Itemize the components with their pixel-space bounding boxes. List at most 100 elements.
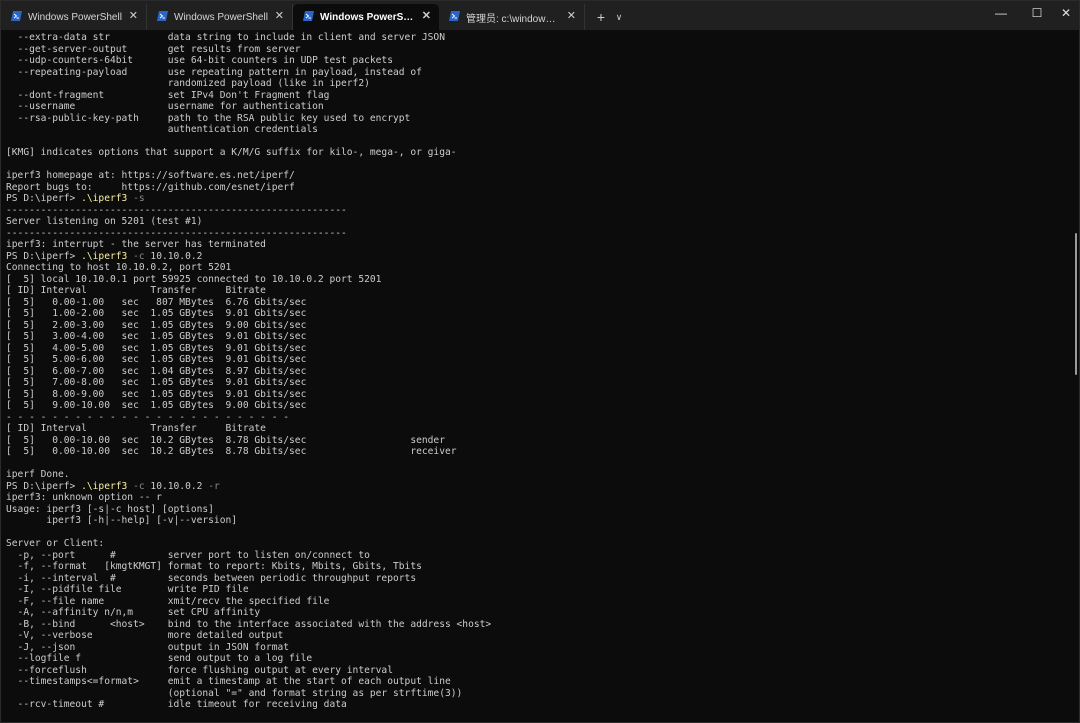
- terminal-segment: .\iperf3: [81, 250, 128, 262]
- terminal-line: --forceflush force flushing output at ev…: [6, 664, 393, 676]
- terminal-segment: -r: [208, 480, 220, 492]
- tab-bar: Windows PowerShell ✕ Windows PowerShell …: [1, 1, 1079, 30]
- terminal-line: --dont-fragment set IPv4 Don't Fragment …: [6, 89, 330, 101]
- terminal-line: iperf3: unknown option -- r: [6, 492, 162, 503]
- terminal-line: [ 5] 0.00-1.00 sec 807 MBytes 6.76 Gbits…: [6, 296, 307, 308]
- terminal-line: --extra-data str data string to include …: [6, 32, 445, 43]
- minimize-icon: —: [995, 6, 1007, 20]
- terminal-segment: .\iperf3: [81, 480, 128, 492]
- terminal-segment: 10.10.0.2: [144, 480, 209, 492]
- close-icon[interactable]: ✕: [422, 10, 431, 22]
- terminal-line: ----------------------------------------…: [6, 204, 347, 216]
- terminal-line: Connecting to host 10.10.0.2, port 5201: [6, 262, 232, 273]
- terminal-line: PS D:\iperf> .\iperf3 -c 10.10.0.2 -r: [6, 481, 1073, 493]
- terminal-line: (optional "=" and format string as per s…: [6, 687, 463, 699]
- terminal-line: -V, --verbose more detailed output: [6, 630, 284, 641]
- chevron-down-icon: ∨: [615, 11, 623, 22]
- terminal-line: [ 5] 8.00-9.00 sec 1.05 GBytes 9.01 Gbit…: [6, 388, 307, 400]
- tab-label: Windows PowerShell: [320, 11, 415, 23]
- close-icon[interactable]: ✕: [275, 10, 284, 22]
- terminal-window: Windows PowerShell ✕ Windows PowerShell …: [0, 0, 1080, 723]
- terminal-line: --logfile f send output to a log file: [6, 653, 313, 664]
- terminal-line: [ 5] 3.00-4.00 sec 1.05 GBytes 9.01 Gbit…: [6, 331, 307, 342]
- terminal-segment: PS D:\iperf>: [6, 480, 82, 492]
- scrollbar-thumb[interactable]: [1075, 233, 1077, 375]
- tab-windows-powershell-1[interactable]: Windows PowerShell ✕: [1, 4, 147, 30]
- terminal-segment: 10.10.0.2: [144, 250, 203, 262]
- terminal-line: -A, --affinity n/n,m set CPU affinity: [6, 607, 261, 618]
- terminal-line: [ 5] 9.00-10.00 sec 1.05 GBytes 9.00 Gbi…: [6, 400, 307, 411]
- terminal-line: [ 5] 1.00-2.00 sec 1.05 GBytes 9.01 Gbit…: [6, 308, 307, 319]
- close-icon[interactable]: ✕: [129, 10, 138, 22]
- terminal-line: --repeating-payload use repeating patter…: [6, 66, 422, 78]
- terminal-line: -f, --format [kmgtKMGT] format to report…: [6, 561, 422, 572]
- terminal-line: Server or Client:: [6, 538, 105, 549]
- terminal-line: [ 5] local 10.10.0.1 port 59925 connecte…: [6, 273, 382, 285]
- terminal-line: iperf3: interrupt - the server has termi…: [6, 239, 266, 250]
- powershell-icon: [157, 11, 168, 21]
- close-icon[interactable]: ✕: [567, 10, 576, 22]
- terminal-line: randomized payload (like in iperf2): [6, 78, 370, 89]
- maximize-button[interactable]: ☐: [1022, 1, 1052, 25]
- terminal-line: [ 5] 0.00-10.00 sec 10.2 GBytes 8.78 Gbi…: [6, 434, 445, 446]
- close-window-button[interactable]: ✕: [1051, 1, 1079, 25]
- terminal-line: --rcv-timeout # idle timeout for receivi…: [6, 699, 347, 710]
- terminal-segment: -c: [127, 250, 145, 262]
- terminal-line: iperf3 homepage at: https://software.es.…: [6, 170, 295, 181]
- terminal-line: ----------------------------------------…: [6, 227, 347, 239]
- terminal-output[interactable]: --extra-data str data string to include …: [1, 30, 1073, 722]
- terminal-line: -p, --port # server port to listen on/co…: [6, 549, 370, 561]
- tab-label: 管理员: c:\windows\system32: [466, 13, 560, 25]
- terminal-line: -F, --file name xmit/recv the specified …: [6, 595, 330, 607]
- tab-windows-powershell-2[interactable]: Windows PowerShell ✕: [147, 4, 293, 30]
- terminal-segment: PS D:\iperf>: [6, 250, 82, 262]
- tab-label: Windows PowerShell: [174, 11, 268, 23]
- powershell-icon: [11, 11, 22, 21]
- terminal-line: [ 5] 7.00-8.00 sec 1.05 GBytes 9.01 Gbit…: [6, 377, 307, 388]
- terminal-line: --get-server-output get results from ser…: [6, 43, 301, 55]
- terminal-line: -B, --bind <host> bind to the interface …: [6, 618, 492, 630]
- terminal-line: authentication credentials: [6, 124, 318, 135]
- terminal-line: iperf Done.: [6, 469, 70, 480]
- tab-label: Windows PowerShell: [28, 11, 122, 23]
- plus-icon: +: [596, 9, 606, 25]
- terminal-line: PS D:\iperf> .\iperf3 -s: [6, 193, 1073, 205]
- terminal-line: Usage: iperf3 [-s|-c host] [options]: [6, 503, 214, 515]
- terminal-line: --username username for authentication: [6, 101, 324, 112]
- tab-dropdown-button[interactable]: ∨: [611, 4, 627, 30]
- terminal-line: [ 5] 5.00-6.00 sec 1.05 GBytes 9.01 Gbit…: [6, 354, 307, 365]
- close-icon: ✕: [1060, 6, 1072, 20]
- terminal-line: [KMG] indicates options that support a K…: [6, 147, 457, 158]
- tab-admin-cmd[interactable]: 管理员: c:\windows\system32 ✕: [439, 4, 585, 30]
- maximize-icon: ☐: [1031, 6, 1043, 20]
- tab-windows-powershell-3[interactable]: Windows PowerShell ✕: [293, 4, 439, 30]
- terminal-line: - - - - - - - - - - - - - - - - - - - - …: [6, 411, 290, 423]
- terminal-line: -J, --json output in JSON format: [6, 641, 290, 653]
- new-tab-button[interactable]: +: [591, 4, 611, 30]
- terminal-line: [ 5] 0.00-10.00 sec 10.2 GBytes 8.78 Gbi…: [6, 446, 457, 457]
- terminal-segment: PS D:\iperf>: [6, 193, 82, 204]
- terminal-line: [ 5] 6.00-7.00 sec 1.04 GBytes 8.97 Gbit…: [6, 365, 307, 377]
- terminal-line: iperf3 [-h|--help] [-v|--version]: [6, 515, 238, 526]
- terminal-line: Report bugs to: https://github.com/esnet…: [6, 181, 295, 193]
- terminal-line: -I, --pidfile file write PID file: [6, 584, 249, 595]
- terminal-line: --timestamps<=format> emit a timestamp a…: [6, 676, 451, 687]
- terminal-line: [ 5] 2.00-3.00 sec 1.05 GBytes 9.00 Gbit…: [6, 319, 307, 331]
- terminal-line: -i, --interval # seconds between periodi…: [6, 572, 417, 584]
- powershell-icon: [303, 11, 314, 21]
- terminal-text: --extra-data str data string to include …: [1, 30, 1073, 711]
- terminal-segment: .\iperf3: [81, 193, 128, 204]
- powershell-icon: [449, 11, 460, 21]
- terminal-segment: -c: [127, 480, 145, 492]
- terminal-segment: -s: [127, 193, 145, 204]
- minimize-button[interactable]: —: [986, 1, 1016, 25]
- terminal-line: --udp-counters-64bit use 64-bit counters…: [6, 55, 393, 66]
- terminal-line: PS D:\iperf> .\iperf3 -c 10.10.0.2: [6, 251, 1073, 263]
- terminal-line: Server listening on 5201 (test #1): [6, 216, 203, 227]
- terminal-line: [ ID] Interval Transfer Bitrate: [6, 285, 266, 296]
- terminal-line: [ 5] 4.00-5.00 sec 1.05 GBytes 9.01 Gbit…: [6, 342, 307, 354]
